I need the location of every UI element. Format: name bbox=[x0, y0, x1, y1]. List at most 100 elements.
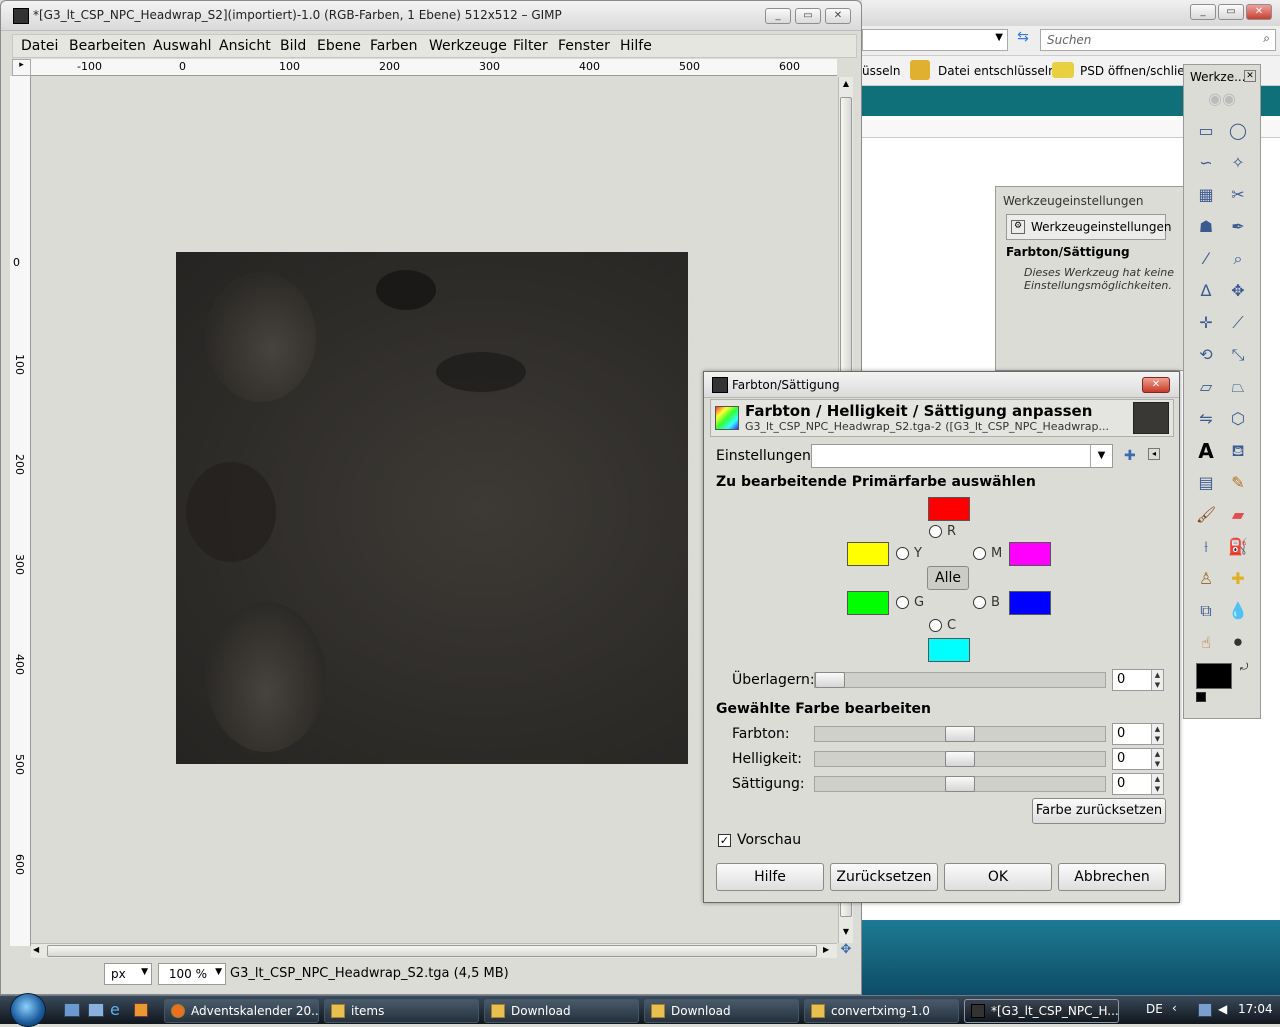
internet-explorer-icon[interactable]: e bbox=[110, 1000, 120, 1019]
saturation-spinner[interactable]: 0 ▲ ▼ bbox=[1112, 773, 1164, 795]
paths-icon[interactable]: ✒ bbox=[1226, 215, 1250, 239]
address-field[interactable]: ▼ bbox=[862, 29, 1008, 51]
align-icon[interactable]: ✛ bbox=[1194, 311, 1218, 335]
overlap-slider-thumb[interactable] bbox=[815, 672, 845, 688]
scroll-right-icon[interactable]: ▶ bbox=[823, 945, 829, 954]
tray-expand-icon[interactable]: ‹ bbox=[1172, 1001, 1177, 1015]
ink-icon[interactable]: ⛽ bbox=[1226, 535, 1250, 559]
preview-checkbox[interactable]: ✓ bbox=[718, 834, 731, 847]
menu-filter[interactable]: Filter bbox=[513, 38, 548, 54]
flip-icon[interactable]: ⇋ bbox=[1194, 407, 1218, 431]
tool-options-tab[interactable]: ⚙ Werkzeugeinstellungen bbox=[1006, 214, 1171, 240]
hue-slider-thumb[interactable] bbox=[945, 726, 975, 742]
menu-hilfe[interactable]: Hilfe bbox=[620, 38, 652, 54]
rect-select-icon[interactable]: ▭ bbox=[1194, 119, 1218, 143]
bg-close-button[interactable]: ✕ bbox=[1246, 4, 1272, 20]
paintbrush-icon[interactable]: 🖌 bbox=[1194, 503, 1218, 527]
heal-icon[interactable]: ✚ bbox=[1226, 567, 1250, 591]
radio-green[interactable] bbox=[896, 596, 909, 609]
scissors-icon[interactable]: ✂ bbox=[1226, 183, 1250, 207]
task-gimp[interactable]: *[G3_lt_CSP_NPC_H... bbox=[964, 999, 1119, 1023]
toolbox-close-icon[interactable]: ✕ bbox=[1244, 70, 1256, 82]
dodge-burn-icon[interactable]: ⚫ bbox=[1226, 631, 1250, 655]
menu-datei[interactable]: Datei bbox=[21, 38, 58, 54]
ok-button[interactable]: OK bbox=[944, 863, 1052, 891]
move-icon[interactable]: ✥ bbox=[1226, 279, 1250, 303]
menu-fenster[interactable]: Fenster bbox=[558, 38, 610, 54]
shear-icon[interactable]: ▱ bbox=[1194, 375, 1218, 399]
cancel-button[interactable]: Abbrechen bbox=[1058, 863, 1166, 891]
scroll-down-icon[interactable]: ▼ bbox=[840, 927, 852, 939]
ellipse-select-icon[interactable]: ◯ bbox=[1226, 119, 1250, 143]
language-indicator[interactable]: DE bbox=[1146, 1002, 1163, 1016]
rotate-icon[interactable]: ⟲ bbox=[1194, 343, 1218, 367]
chevron-down-icon[interactable]: ▼ bbox=[1090, 445, 1112, 467]
scroll-left-icon[interactable]: ◀ bbox=[33, 945, 39, 954]
task-download-2[interactable]: Download bbox=[644, 999, 799, 1023]
bg-minimize-button[interactable]: _ bbox=[1190, 4, 1216, 20]
default-colors-icon[interactable] bbox=[1196, 692, 1206, 702]
text-tool-icon[interactable]: A bbox=[1194, 439, 1218, 463]
radio-red[interactable] bbox=[929, 525, 942, 538]
show-desktop-icon[interactable] bbox=[64, 1003, 80, 1017]
zoom-select[interactable]: 100 % ▼ bbox=[158, 963, 226, 985]
task-download-1[interactable]: Download bbox=[484, 999, 639, 1023]
bucket-fill-icon[interactable]: ⛾ bbox=[1226, 439, 1250, 463]
crop-icon[interactable]: ⟋ bbox=[1226, 311, 1250, 335]
lightness-slider-thumb[interactable] bbox=[945, 751, 975, 767]
overlap-slider[interactable] bbox=[814, 672, 1106, 688]
foreground-select-icon[interactable]: ☗ bbox=[1194, 215, 1218, 239]
menu-bild[interactable]: Bild bbox=[280, 38, 306, 54]
start-button[interactable] bbox=[10, 993, 46, 1027]
menu-ansicht[interactable]: Ansicht bbox=[219, 38, 271, 54]
search-input[interactable]: Suchen ⌕ bbox=[1040, 29, 1276, 51]
toolbar-item-decrypt-short[interactable]: üsseln bbox=[862, 64, 900, 78]
menu-bearbeiten[interactable]: Bearbeiten bbox=[69, 38, 146, 54]
lightness-slider[interactable] bbox=[814, 751, 1106, 767]
menu-werkzeuge[interactable]: Werkzeuge bbox=[429, 38, 507, 54]
pencil-icon[interactable]: ✎ bbox=[1226, 471, 1250, 495]
bg-maximize-button[interactable]: ▭ bbox=[1218, 4, 1244, 20]
eraser-icon[interactable]: ▰ bbox=[1226, 503, 1250, 527]
volume-icon[interactable]: ◀ bbox=[1218, 1002, 1227, 1016]
perspective-icon[interactable]: ⏢ bbox=[1226, 375, 1250, 399]
swap-colors-icon[interactable]: ⤾ bbox=[1240, 662, 1248, 673]
measure-icon[interactable]: ∆ bbox=[1194, 279, 1218, 303]
network-icon[interactable] bbox=[1198, 1003, 1212, 1017]
task-items[interactable]: items bbox=[324, 999, 479, 1023]
lightness-spinner[interactable]: 0 ▲ ▼ bbox=[1112, 748, 1164, 770]
menu-ebene[interactable]: Ebene bbox=[317, 38, 361, 54]
clock[interactable]: 17:04 bbox=[1238, 1002, 1273, 1016]
maximize-button[interactable]: ▭ bbox=[795, 8, 821, 24]
radio-blue[interactable] bbox=[973, 596, 986, 609]
foreground-color-swatch[interactable] bbox=[1196, 663, 1232, 689]
airbrush-icon[interactable]: ⟊ bbox=[1194, 535, 1218, 559]
unit-select[interactable]: px ▼ bbox=[104, 963, 152, 985]
settings-combo[interactable]: ▼ bbox=[811, 444, 1113, 468]
reset-button[interactable]: Zurücksetzen bbox=[830, 863, 938, 891]
saturation-slider[interactable] bbox=[814, 776, 1106, 792]
horizontal-scrollbar[interactable]: ◀ ▶ bbox=[31, 943, 837, 958]
help-button[interactable]: Hilfe bbox=[716, 863, 824, 891]
overlap-spinner[interactable]: 0 ▲ ▼ bbox=[1112, 669, 1164, 691]
toolbar-item-psd[interactable]: PSD öffnen/schließ bbox=[1080, 64, 1192, 78]
minimize-button[interactable]: _ bbox=[765, 8, 791, 24]
radio-cyan[interactable] bbox=[929, 619, 942, 632]
scale-icon[interactable]: ⤡ bbox=[1226, 343, 1250, 367]
navigate-icon[interactable]: ✥ bbox=[839, 943, 853, 957]
close-button[interactable]: ✕ bbox=[825, 8, 851, 24]
refresh-icon[interactable]: ⇆ bbox=[1012, 29, 1034, 51]
menu-farben[interactable]: Farben bbox=[370, 38, 417, 54]
lasso-icon[interactable]: ∽ bbox=[1194, 151, 1218, 175]
task-convertximg[interactable]: convertximg-1.0 bbox=[804, 999, 959, 1023]
blur-icon[interactable]: 💧 bbox=[1226, 599, 1250, 623]
hue-slider[interactable] bbox=[814, 726, 1106, 742]
dialog-close-button[interactable]: ✕ bbox=[1142, 377, 1170, 393]
smudge-icon[interactable]: ☝ bbox=[1194, 631, 1218, 655]
color-picker-icon[interactable]: ⁄ bbox=[1194, 247, 1218, 271]
radio-magenta[interactable] bbox=[973, 547, 986, 560]
reset-color-button[interactable]: Farbe zurücksetzen bbox=[1032, 798, 1166, 824]
task-firefox[interactable]: Adventskalender 20... bbox=[164, 999, 319, 1023]
hue-spinner[interactable]: 0 ▲ ▼ bbox=[1112, 723, 1164, 745]
saturation-slider-thumb[interactable] bbox=[945, 776, 975, 792]
